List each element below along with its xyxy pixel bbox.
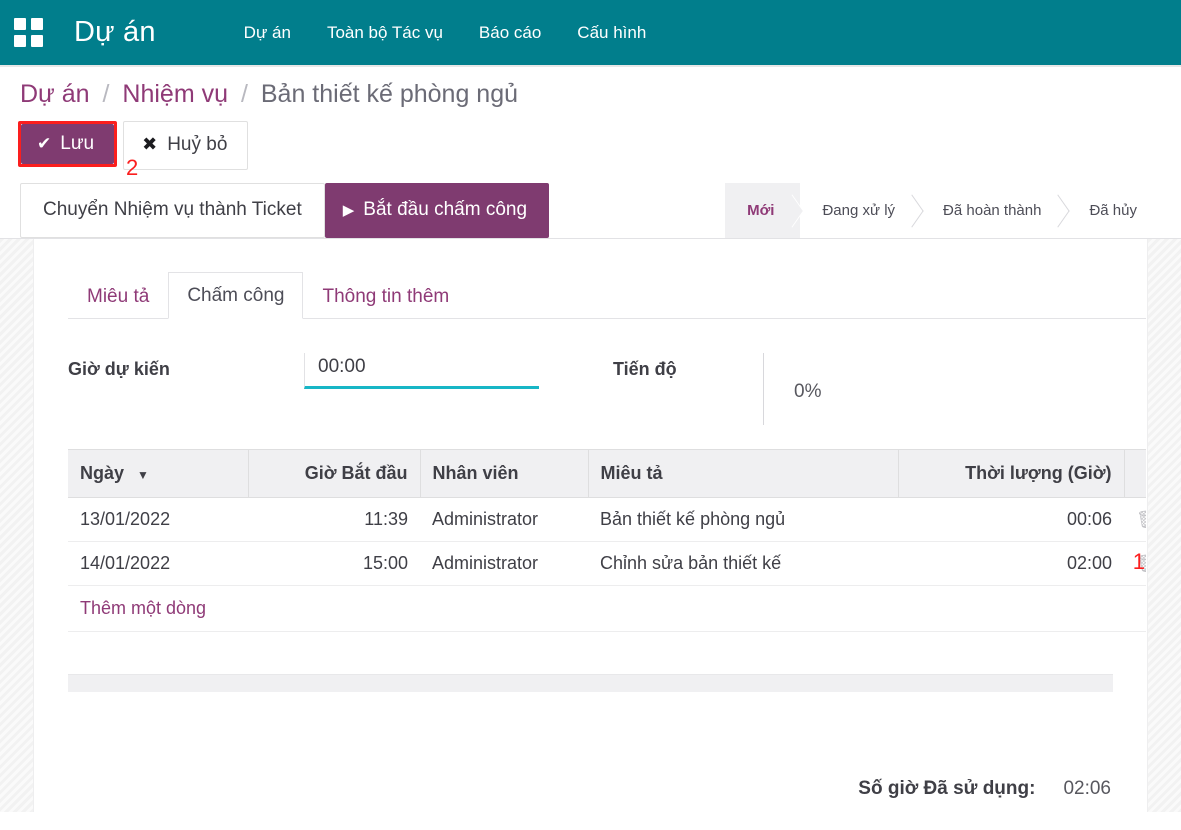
tab-thong-tin-them[interactable]: Thông tin thêm (303, 273, 468, 319)
menu-item-bao-cao[interactable]: Báo cáo (461, 15, 559, 51)
stage-statusbar: Mới Đang xử lý Đã hoàn thành Đã hủy (725, 182, 1181, 238)
apps-grid-cell (31, 17, 43, 30)
stage-label: Đã hủy (1089, 201, 1137, 219)
planned-hours-input[interactable] (304, 352, 539, 389)
top-navbar: Dự án Dự án Toàn bộ Tác vụ Báo cáo Cấu h… (0, 0, 1181, 67)
timesheet-table: Ngày ▼ Giờ Bắt đầu Nhân viên Miêu tả Thờ… (68, 448, 1146, 632)
convert-to-ticket-button[interactable]: Chuyển Nhiệm vụ thành Ticket (20, 182, 325, 238)
cell-employee[interactable]: Administrator (420, 497, 588, 542)
stage-moi[interactable]: Mới (725, 182, 801, 238)
table-row[interactable]: 14/01/2022 15:00 Administrator Chỉnh sửa… (68, 541, 1146, 586)
timesheet-table-body: 13/01/2022 11:39 Administrator Bản thiết… (68, 497, 1146, 632)
cell-date[interactable]: 13/01/2022 (68, 497, 248, 542)
stage-da-hoan-thanh[interactable]: Đã hoàn thành (921, 182, 1068, 238)
cell-description[interactable]: Bản thiết kế phòng ngủ (588, 497, 898, 542)
cell-duration[interactable]: 00:06 (898, 497, 1124, 542)
discard-button-label: Huỷ bỏ (167, 133, 228, 155)
annotation-2: 2 (126, 154, 139, 180)
apps-grid-cell (31, 34, 43, 47)
caret-down-icon: ▼ (137, 467, 149, 482)
apps-grid-cell (14, 17, 26, 30)
table-header-row: Ngày ▼ Giờ Bắt đầu Nhân viên Miêu tả Thờ… (68, 448, 1146, 498)
stage-dang-xu-ly[interactable]: Đang xử lý (800, 182, 922, 238)
apps-grid-icon[interactable] (14, 17, 44, 48)
left-gutter (0, 238, 34, 812)
right-gutter (1147, 238, 1181, 812)
col-header-thoi-luong[interactable]: Thời lượng (Giờ) (898, 448, 1125, 498)
timesheet-summary-fields: Giờ dự kiến Tiến độ 0% (68, 352, 1146, 425)
tab-label: Miêu tả (87, 285, 150, 307)
tab-label: Chấm công (187, 284, 285, 306)
main-menu: Dự án Toàn bộ Tác vụ Báo cáo Cấu hình (226, 15, 665, 51)
planned-hours-label: Giờ dự kiến (68, 358, 170, 379)
progress-label: Tiến độ (613, 358, 677, 379)
trash-icon[interactable]: 🗑 (1136, 509, 1146, 529)
form-body: Miêu tả Chấm công Thông tin thêm Giờ dự … (0, 238, 1181, 812)
col-header-ngay[interactable]: Ngày ▼ (68, 448, 249, 498)
tab-label: Thông tin thêm (322, 285, 450, 307)
table-footer-band (68, 673, 1113, 692)
menu-item-toan-bo-tac-vu[interactable]: Toàn bộ Tác vụ (309, 15, 461, 51)
cell-date[interactable]: 14/01/2022 (68, 541, 248, 586)
breadcrumb-item-tasks[interactable]: Nhiệm vụ (122, 80, 228, 108)
save-button-label: Lưu (60, 132, 95, 154)
tab-cham-cong[interactable]: Chấm công (168, 271, 304, 319)
save-button[interactable]: ✔ Lưu (21, 123, 115, 165)
stage-label: Đã hoàn thành (943, 201, 1042, 219)
annotation-1: 1 (1132, 548, 1145, 574)
progress-value: 0% (763, 352, 883, 425)
cell-delete[interactable]: 🗑 (1124, 497, 1146, 542)
check-icon: ✔ (37, 133, 52, 153)
apps-grid-cell (14, 34, 26, 47)
col-header-label: Ngày (80, 462, 125, 483)
breadcrumb-item-current: Bản thiết kế phòng ngủ (260, 80, 519, 108)
stage-label: Đang xử lý (822, 201, 896, 219)
tab-mieu-ta[interactable]: Miêu tả (68, 273, 168, 319)
col-header-actions (1124, 448, 1146, 498)
breadcrumb-separator: / (102, 80, 110, 108)
table-row[interactable]: 13/01/2022 11:39 Administrator Bản thiết… (68, 497, 1146, 542)
discard-button[interactable]: ✖ Huỷ bỏ (123, 120, 249, 170)
add-line-button[interactable]: Thêm một dòng (68, 586, 1146, 632)
close-x-icon: ✖ (142, 134, 158, 154)
menu-item-cau-hinh[interactable]: Cấu hình (559, 15, 664, 51)
totals-footer: Số giờ Đã sử dụng: 02:06 (858, 778, 1111, 800)
cell-start-time[interactable]: 11:39 (248, 497, 420, 542)
menu-item-du-an[interactable]: Dự án (226, 15, 309, 51)
form-sheet: Miêu tả Chấm công Thông tin thêm Giờ dự … (35, 238, 1146, 812)
col-header-mieu-ta[interactable]: Miêu tả (588, 448, 899, 498)
start-timesheet-label: Bắt đầu chấm công (363, 199, 528, 220)
timesheet-table-wrapper: Ngày ▼ Giờ Bắt đầu Nhân viên Miêu tả Thờ… (68, 448, 1146, 632)
col-header-gio-bat-dau[interactable]: Giờ Bắt đầu (248, 448, 421, 498)
breadcrumb-item-project[interactable]: Dự án (20, 80, 90, 108)
timesheet-table-head: Ngày ▼ Giờ Bắt đầu Nhân viên Miêu tả Thờ… (68, 448, 1146, 498)
add-line-row[interactable]: Thêm một dòng (68, 585, 1146, 632)
cell-duration[interactable]: 02:00 (898, 541, 1124, 586)
breadcrumb-separator: / (240, 80, 248, 108)
cell-employee[interactable]: Administrator (420, 541, 588, 586)
breadcrumb: Dự án / Nhiệm vụ / Bản thiết kế phòng ng… (0, 67, 1181, 109)
edit-action-bar: ✔ Lưu ✖ Huỷ bỏ 2 (0, 120, 1181, 180)
cell-description[interactable]: Chỉnh sửa bản thiết kế (588, 541, 898, 586)
start-timesheet-button[interactable]: ▶ Bắt đầu chấm công (324, 182, 550, 238)
stage-label: Mới (747, 201, 775, 219)
record-action-bar: Chuyển Nhiệm vụ thành Ticket ▶ Bắt đầu c… (0, 182, 1181, 239)
notebook-tabs: Miêu tả Chấm công Thông tin thêm (68, 271, 1146, 319)
stage-da-huy[interactable]: Đã hủy (1067, 182, 1163, 238)
col-header-nhan-vien[interactable]: Nhân viên (420, 448, 589, 498)
save-button-highlight: ✔ Lưu (18, 120, 118, 168)
cell-start-time[interactable]: 15:00 (248, 541, 420, 586)
app-root: Dự án Dự án Toàn bộ Tác vụ Báo cáo Cấu h… (0, 0, 1181, 830)
totals-value: 02:06 (1063, 777, 1111, 799)
app-brand-title[interactable]: Dự án (74, 16, 156, 49)
play-icon: ▶ (342, 202, 355, 219)
totals-label: Số giờ Đã sử dụng: (858, 777, 1036, 799)
